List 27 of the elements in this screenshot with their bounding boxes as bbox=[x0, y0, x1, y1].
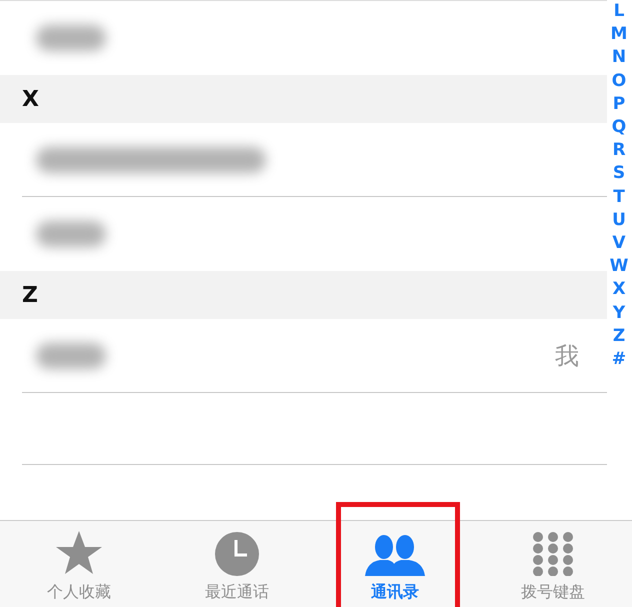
index-letter[interactable]: # bbox=[612, 348, 626, 372]
contact-detail: 我 bbox=[555, 341, 579, 372]
index-letter[interactable]: U bbox=[612, 208, 626, 232]
star-icon bbox=[56, 530, 102, 576]
tab[interactable]: 个人收藏 bbox=[0, 521, 158, 607]
tab[interactable]: 最近通话 bbox=[158, 521, 316, 607]
keypad-icon bbox=[531, 532, 575, 576]
index-letter[interactable]: S bbox=[612, 162, 626, 186]
tab[interactable]: 拨号键盘 bbox=[474, 521, 632, 607]
index-letter[interactable]: P bbox=[612, 92, 626, 116]
index-letter[interactable]: X bbox=[612, 278, 626, 302]
index-letter[interactable]: W bbox=[610, 255, 628, 278]
index-letter[interactable]: M bbox=[610, 23, 628, 46]
tab[interactable]: 通讯录 bbox=[316, 521, 474, 607]
clock-icon bbox=[215, 532, 259, 576]
index-letter[interactable]: Y bbox=[612, 302, 626, 325]
section-header: Z bbox=[22, 282, 38, 308]
index-letter[interactable]: L bbox=[614, 0, 624, 24]
contacts-icon bbox=[365, 534, 425, 576]
section-header: X bbox=[22, 86, 39, 112]
index-letter[interactable]: O bbox=[612, 70, 626, 93]
index-letter[interactable]: T bbox=[613, 186, 625, 209]
index-letter[interactable]: Z bbox=[612, 324, 626, 348]
index-letter[interactable]: R bbox=[612, 139, 626, 162]
index-letter[interactable]: Q bbox=[612, 116, 626, 140]
index-letter[interactable]: N bbox=[612, 46, 626, 70]
index-letter[interactable]: V bbox=[612, 232, 626, 256]
